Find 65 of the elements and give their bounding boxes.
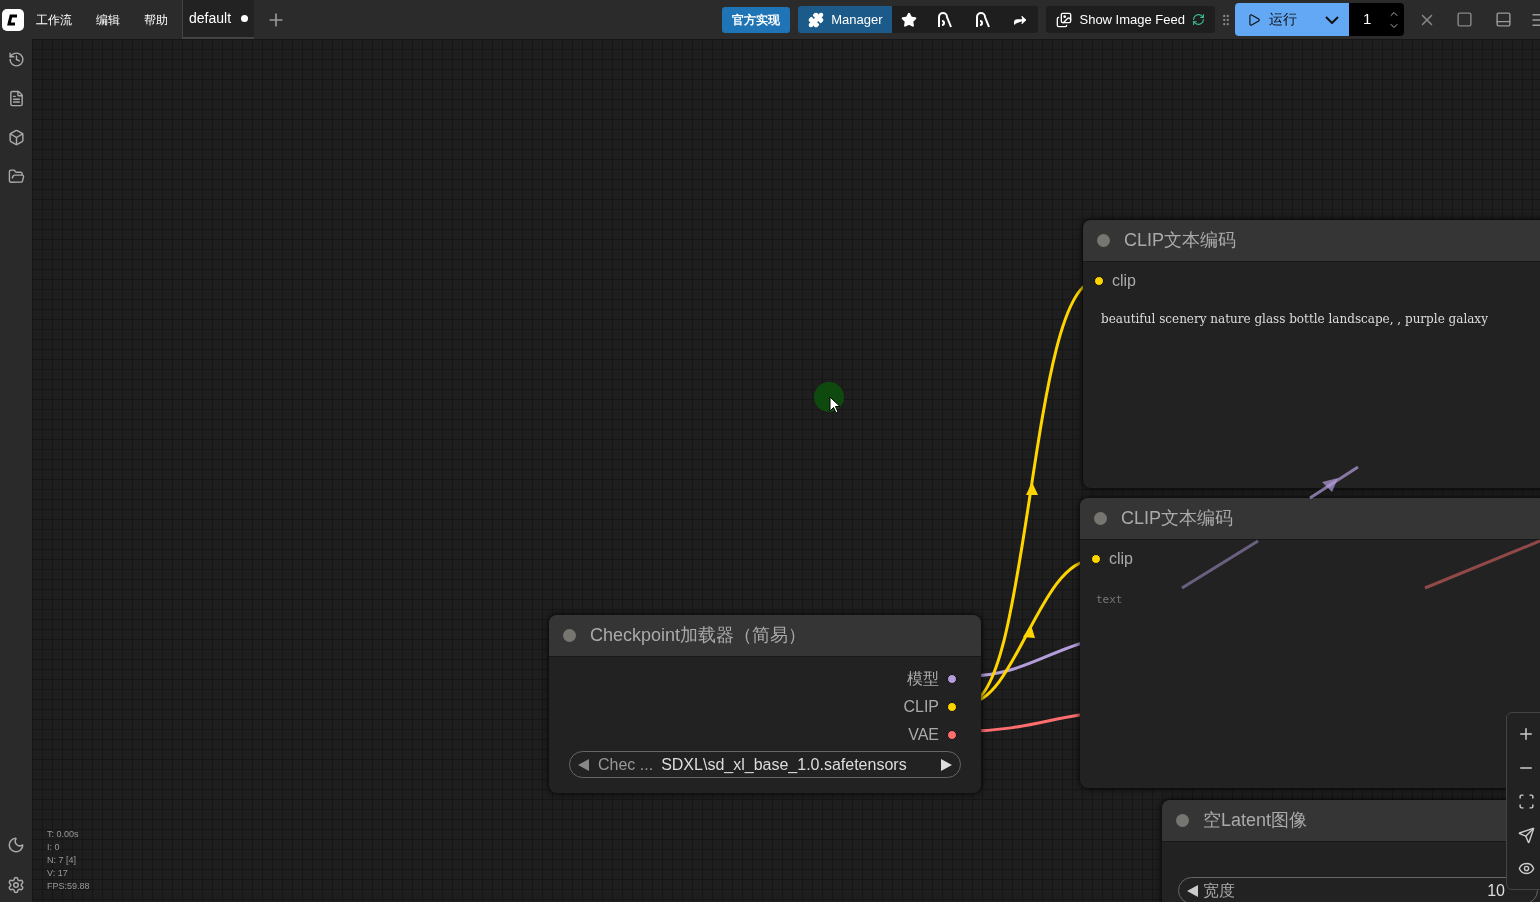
batch-count-field[interactable]: 1 [1349,3,1404,36]
images-icon [1056,11,1073,28]
graph-icon [974,10,993,29]
menu-item[interactable]: 工作流 [24,10,84,29]
node-status-icon [1094,512,1107,525]
previous-arrow-icon[interactable] [578,758,590,771]
settings-icon[interactable] [7,876,25,894]
node-card[interactable]: CLIP文本编码 clip text [1080,498,1540,788]
field-value: 10 [1487,880,1505,901]
square-icon[interactable] [1456,11,1473,28]
stats-text: N: 7 [4] [47,854,77,867]
node-card[interactable]: 空Latent图像 宽度 10 [1162,800,1540,902]
select-label: Chec ... [598,754,654,775]
node-status-icon [1097,234,1110,247]
refresh-icon [1192,13,1205,26]
workflow-tab[interactable]: default [182,0,255,39]
decrement-arrow-icon[interactable] [1187,884,1199,897]
width-field[interactable]: 宽度 10 [1178,877,1538,902]
star-icon[interactable] [901,11,918,28]
cube-icon[interactable] [7,129,25,146]
folder-icon[interactable] [7,168,25,185]
node-card[interactable]: Checkpoint加载器（简易） 模型 CLIP VAE Chec ... SDXL\sd_xl_base_1.0.safetensors [549,615,981,793]
official-button[interactable]: 官方实现 [722,6,791,33]
menu-item[interactable]: 编辑 [84,10,132,29]
moon-icon[interactable] [7,836,25,854]
graph-icon [936,10,955,29]
manager-button[interactable]: Manager [798,6,893,33]
app-logo-icon[interactable] [2,8,24,31]
node-title: Checkpoint加载器（简易） [590,624,807,647]
connection-wire [1309,465,1359,500]
fit-view-icon[interactable] [1517,793,1535,811]
output-label: CLIP [903,697,939,717]
play-icon [1247,12,1261,27]
node-title: 空Latent图像 [1203,809,1308,832]
output-label: 模型 [907,669,939,689]
stats-text: V: 17 [47,867,69,880]
output-label: VAE [908,725,939,745]
history-icon[interactable] [7,51,25,68]
node-canvas[interactable] [32,39,1540,902]
run-button[interactable]: 运行 [1235,3,1315,36]
node-status-icon [563,629,576,642]
model-select[interactable]: Chec ... SDXL\sd_xl_base_1.0.safetensors [569,751,961,778]
node-title: CLIP文本编码 [1124,229,1237,252]
chevron-down-icon [1325,15,1339,24]
stats-text: FPS:59.88 [47,880,90,893]
document-icon[interactable] [7,90,25,107]
image-feed-button[interactable]: Show Image Feed [1046,6,1215,33]
prompt-text[interactable]: beautiful scenery nature glass bottle landscape, , purple galaxy [1101,310,1540,328]
bottom-panel-icon[interactable] [1495,11,1512,28]
input-label: clip [1109,549,1133,569]
mouse-cursor-icon [829,396,841,414]
run-options-button[interactable] [1315,3,1349,36]
field-label: 宽度 [1203,880,1235,901]
puzzle-icon [808,11,825,28]
prompt-placeholder[interactable]: text [1096,592,1540,609]
node-title: CLIP文本编码 [1121,507,1234,530]
input-label: clip [1112,271,1136,291]
select-value: SDXL\sd_xl_base_1.0.safetensors [661,754,907,775]
stats-text: T: 0.00s [47,828,80,841]
stats-text: I: 0 [47,841,61,854]
node-status-icon [1176,814,1189,827]
node-card[interactable]: CLIP文本编码 clip beautiful scenery nature glass bottle landscape, , purple galaxy [1083,220,1540,488]
paper-plane-icon[interactable] [1517,826,1535,844]
next-arrow-icon[interactable] [940,758,952,771]
menu-item[interactable]: 帮助 [132,10,180,29]
